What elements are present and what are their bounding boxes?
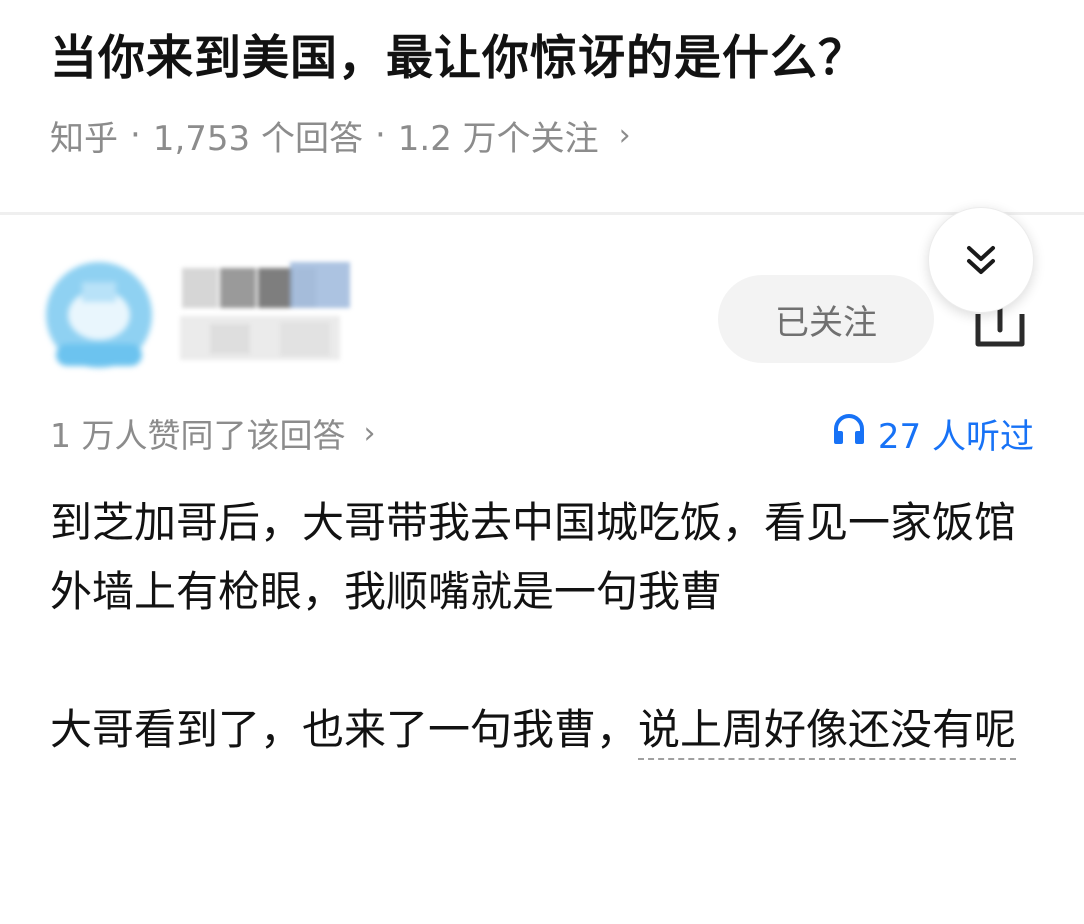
question-title[interactable]: 当你来到美国，最让你惊讶的是什么？ <box>50 24 1050 94</box>
meta-separator: · <box>130 115 141 155</box>
answer-paragraph: 大哥看到了，也来了一句我曹，说上周好像还没有呢 <box>50 695 1040 764</box>
answer-text: 大哥看到了，也来了一句我曹， <box>50 705 639 754</box>
author-avatar[interactable] <box>36 252 162 378</box>
double-chevron-down-icon[interactable] <box>928 207 1034 313</box>
upvote-summary[interactable]: 1 万人赞同了该回答 › <box>50 408 376 458</box>
section-divider <box>0 212 1084 215</box>
follower-count: 1.2 万个关注 <box>397 118 599 159</box>
answer-paragraph: 到芝加哥后，大哥带我去中国城吃饭，看见一家饭馆外墙上有枪眼，我顺嘴就是一句我曹 <box>50 498 1017 616</box>
listen-button[interactable]: 27 人听过 <box>832 408 1034 458</box>
answer-count: 1,753 个回答 <box>152 118 363 159</box>
chevron-right-icon: › <box>363 415 376 451</box>
question-meta[interactable]: 知乎 · 1,753 个回答 · 1.2 万个关注 › <box>50 110 631 160</box>
listen-count: 27 人听过 <box>877 416 1034 457</box>
search-keyword-link[interactable]: 说上周好像还没有呢 <box>638 705 1016 754</box>
headphones-icon <box>832 412 866 455</box>
source-label: 知乎 <box>50 118 118 159</box>
follow-button[interactable]: 已关注 <box>718 275 934 363</box>
chevron-right-icon: › <box>618 117 631 153</box>
meta-separator: · <box>374 115 386 155</box>
author-name-blurred[interactable] <box>180 258 370 368</box>
answer-content: 到芝加哥后，大哥带我去中国城吃饭，看见一家饭馆外墙上有枪眼，我顺嘴就是一句我曹 … <box>50 488 1040 764</box>
upvote-text: 1 万人赞同了该回答 <box>50 416 346 455</box>
